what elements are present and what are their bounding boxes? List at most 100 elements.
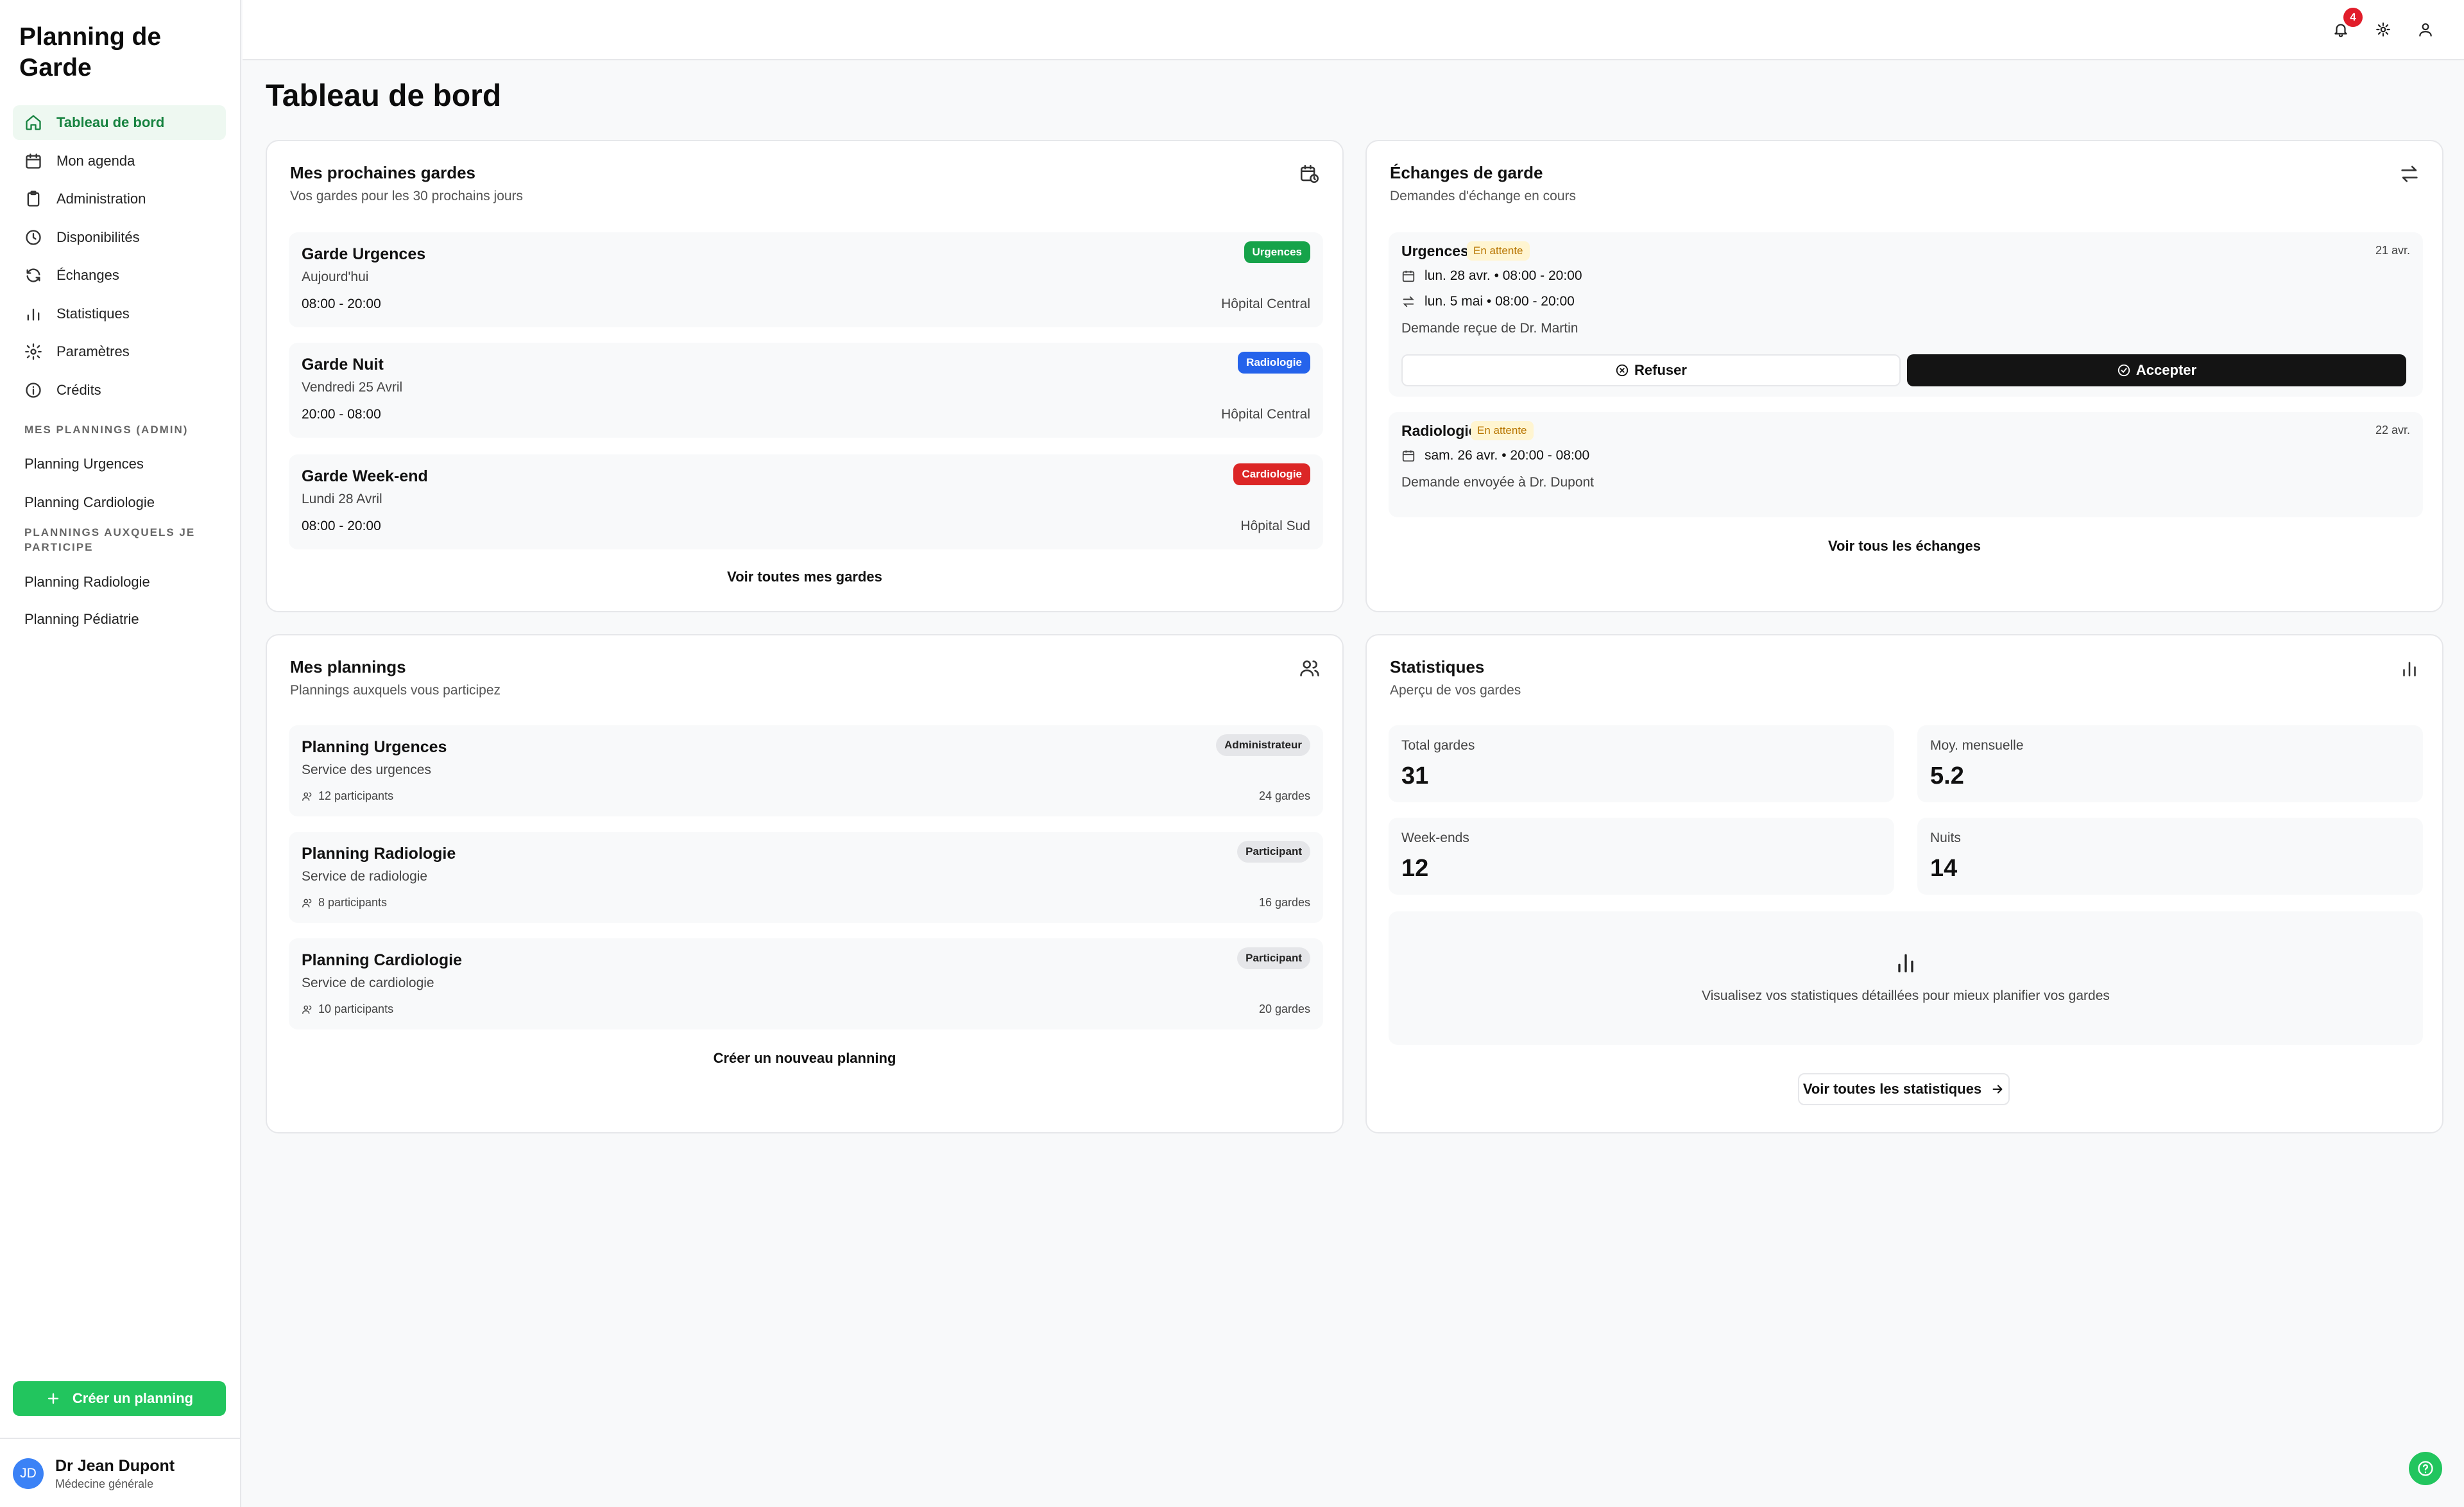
app-title: Planning de Garde (19, 23, 162, 82)
list-item[interactable]: Garde Nuit Radiologie Vendredi 25 Avril … (289, 343, 1323, 438)
stat-value: 12 (1401, 855, 1429, 882)
exchange-date: 22 avr. (2375, 424, 2410, 436)
shift-location: Hôpital Central (1221, 407, 1310, 422)
list-item[interactable]: Planning Radiologie Participant Service … (289, 832, 1323, 923)
shift-date: Aujourd'hui (302, 270, 369, 284)
stat-label: Moy. mensuelle (1930, 738, 2024, 753)
sidebar-planning-urgences[interactable]: Planning Urgences (24, 456, 144, 472)
my-plannings-card: Mes plannings Plannings auxquels vous pa… (266, 634, 1344, 1133)
sidebar-item-label: Paramètres (56, 343, 130, 359)
home-icon (26, 115, 41, 130)
clock-icon (26, 229, 41, 245)
sidebar-planning-pediatrie[interactable]: Planning Pédiatrie (24, 611, 139, 628)
accept-button[interactable]: Accepter (1907, 354, 2406, 386)
exchange-target-text: lun. 5 mai • 08:00 - 20:00 (1425, 294, 1575, 309)
check-circle-icon (2118, 364, 2130, 377)
stat-value: 14 (1930, 855, 1958, 882)
refuse-button[interactable]: Refuser (1401, 354, 1901, 386)
exchange-shift-line: lun. 28 avr. • 08:00 - 20:00 (1401, 268, 1582, 284)
participants-count: 12 participants (318, 789, 394, 802)
planning-title: Planning Cardiologie (302, 951, 463, 969)
sidebar-item-dashboard[interactable]: Tableau de bord (13, 105, 226, 140)
sidebar-item-agenda[interactable]: Mon agenda (13, 144, 226, 178)
shift-date: Lundi 28 Avril (302, 492, 382, 506)
view-all-shifts-link[interactable]: Voir toutes mes gardes (267, 569, 1342, 585)
user-icon (2419, 23, 2432, 37)
plus-icon (47, 1393, 59, 1404)
topbar (243, 0, 2464, 60)
exchange-note: Demande reçue de Dr. Martin (1401, 321, 1579, 336)
shift-exchanges-card: Échanges de garde Demandes d'échange en … (1365, 140, 2443, 612)
sidebar-planning-cardiologie[interactable]: Planning Cardiologie (24, 494, 155, 511)
sidebar-item-availability[interactable]: Disponibilités (13, 220, 226, 255)
calendar-clock-icon (1299, 163, 1321, 185)
shift-title: Garde Week-end (302, 467, 428, 485)
stat-label: Week-ends (1401, 831, 1469, 845)
list-item[interactable]: Planning Cardiologie Participant Service… (289, 938, 1323, 1029)
sidebar-item-credits[interactable]: Crédits (13, 373, 226, 408)
participants-meta: 12 participants (302, 789, 393, 803)
sidebar-item-statistics[interactable]: Statistiques (13, 297, 226, 331)
info-icon (26, 382, 41, 398)
stat-weekends: Week-ends 12 (1389, 818, 1894, 895)
user-name: Dr Jean Dupont (55, 1457, 175, 1475)
create-new-planning-link[interactable]: Créer un nouveau planning (267, 1050, 1342, 1067)
exchange-shift-text: sam. 26 avr. • 20:00 - 08:00 (1425, 448, 1590, 463)
card-subtitle: Plannings auxquels vous participez (290, 683, 501, 698)
notification-count-badge: 4 (2343, 8, 2363, 27)
create-planning-label: Créer un planning (72, 1390, 194, 1406)
settings-button[interactable] (2372, 18, 2395, 41)
swap-icon (2399, 163, 2420, 185)
page-title: Tableau de bord (266, 79, 502, 113)
statistics-card: Statistiques Aperçu de vos gardes Total … (1365, 634, 2443, 1133)
sidebar-item-administration[interactable]: Administration (13, 182, 226, 216)
service-badge: Cardiologie (1233, 463, 1310, 485)
sidebar-planning-radiologie[interactable]: Planning Radiologie (24, 574, 150, 590)
card-subtitle: Demandes d'échange en cours (1390, 189, 1577, 203)
exchange-note: Demande envoyée à Dr. Dupont (1401, 475, 1595, 490)
status-badge: En attente (1471, 421, 1534, 440)
sidebar-item-label: Mon agenda (56, 152, 135, 169)
app-root: Planning de Garde Tableau de bord Mon ag… (0, 0, 2464, 1507)
avatar[interactable]: JD (13, 1458, 44, 1489)
planning-title: Planning Urgences (302, 738, 447, 756)
view-all-statistics-button[interactable]: Voir toutes les statistiques (1798, 1073, 2010, 1105)
stat-value: 31 (1401, 762, 1429, 789)
planning-title: Planning Radiologie (302, 845, 456, 863)
card-title: Échanges de garde (1390, 163, 1543, 182)
help-button[interactable] (2409, 1452, 2442, 1485)
sidebar: Planning de Garde Tableau de bord Mon ag… (0, 0, 241, 1507)
shift-time: 08:00 - 20:00 (302, 297, 381, 311)
sidebar-item-label: Tableau de bord (56, 114, 165, 130)
bar-chart-icon (1898, 954, 1913, 972)
calendar-icon (1402, 270, 1415, 282)
exchange-service: Urgences (1401, 243, 1469, 259)
shift-time: 08:00 - 20:00 (302, 519, 381, 533)
sidebar-item-label: Crédits (56, 381, 101, 398)
bar-chart-icon (27, 308, 40, 320)
stat-value: 5.2 (1930, 762, 1964, 789)
list-item[interactable]: Planning Urgences Administrateur Service… (289, 725, 1323, 816)
list-item[interactable]: Garde Urgences Urgences Aujourd'hui 08:0… (289, 232, 1323, 327)
shifts-count: 20 gardes (1258, 1003, 1310, 1015)
list-item[interactable]: Garde Week-end Cardiologie Lundi 28 Avri… (289, 454, 1323, 549)
arrow-right-icon (1992, 1085, 2003, 1094)
users-icon (302, 899, 312, 908)
card-title: Mes plannings (290, 657, 406, 676)
participants-meta: 8 participants (302, 896, 387, 909)
divider (0, 1438, 241, 1439)
view-all-exchanges-link[interactable]: Voir tous les échanges (1367, 538, 2442, 555)
stats-info-panel: Visualisez vos statistiques détaillées p… (1389, 911, 2423, 1045)
exchange-request: Radiologie En attente 22 avr. sam. 26 av… (1389, 412, 2423, 517)
stats-info-text: Visualisez vos statistiques détaillées p… (1702, 988, 2110, 1003)
shift-time: 20:00 - 08:00 (302, 407, 381, 422)
shift-title: Garde Urgences (302, 245, 426, 263)
user-role: Médecine générale (55, 1477, 154, 1490)
sidebar-item-settings[interactable]: Paramètres (13, 334, 226, 369)
user-menu-button[interactable] (2414, 18, 2437, 41)
stat-nights: Nuits 14 (1917, 818, 2423, 895)
exchange-service: Radiologie (1401, 422, 1477, 439)
create-planning-button[interactable]: Créer un planning (13, 1381, 226, 1416)
sidebar-item-exchanges[interactable]: Échanges (13, 258, 226, 293)
participants-count: 8 participants (318, 896, 388, 909)
